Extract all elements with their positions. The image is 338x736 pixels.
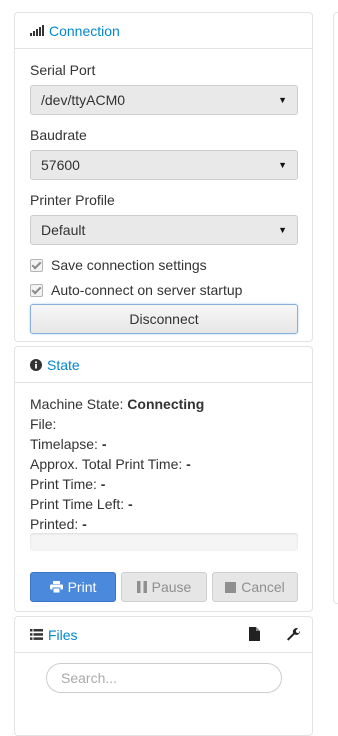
machine-state-label: Machine State: xyxy=(30,396,124,412)
print-time-label: Print Time: xyxy=(30,476,97,492)
printed-line: Printed: - xyxy=(30,516,87,532)
serial-port-value: /dev/ttyACM0 xyxy=(41,92,126,108)
machine-state-line: Machine State: Connecting xyxy=(30,396,204,412)
autoconnect-checkbox-row[interactable]: Auto-connect on server startup xyxy=(30,282,242,298)
signal-icon xyxy=(30,25,44,36)
files-toolbar xyxy=(249,627,301,644)
printer-profile-select[interactable]: Default ▼ xyxy=(30,215,298,245)
baudrate-select[interactable]: 57600 ▼ xyxy=(30,150,298,180)
timelapse-line: Timelapse: - xyxy=(30,436,107,452)
print-button[interactable]: Print xyxy=(30,572,116,602)
print-progress-bar xyxy=(30,533,298,551)
approx-total-line: Approx. Total Print Time: - xyxy=(30,456,191,472)
approx-total-label: Approx. Total Print Time: xyxy=(30,456,183,472)
print-label: Print xyxy=(67,579,97,595)
print-time-value: - xyxy=(100,476,106,492)
files-search-input[interactable] xyxy=(46,663,282,693)
wrench-icon[interactable] xyxy=(286,627,301,644)
save-settings-checkbox-row[interactable]: Save connection settings xyxy=(30,257,207,273)
file-icon[interactable] xyxy=(249,627,260,644)
connection-panel-header[interactable]: Connection xyxy=(15,13,312,49)
list-icon xyxy=(30,629,43,640)
print-time-line: Print Time: - xyxy=(30,476,105,492)
file-line: File: xyxy=(30,416,56,432)
info-circle-icon xyxy=(30,358,42,371)
cancel-button[interactable]: Cancel xyxy=(212,572,298,602)
right-panel-edge xyxy=(333,12,338,604)
printed-label: Printed: xyxy=(30,516,79,532)
file-label: File: xyxy=(30,416,57,432)
baudrate-value: 57600 xyxy=(41,157,80,173)
state-title[interactable]: State xyxy=(47,357,80,373)
stop-icon xyxy=(225,581,237,593)
chevron-down-icon: ▼ xyxy=(278,95,287,105)
state-panel-header[interactable]: State xyxy=(15,347,312,383)
pause-icon xyxy=(136,581,147,593)
state-panel: State Machine State: Connecting File: Ti… xyxy=(14,346,313,612)
print-time-left-line: Print Time Left: - xyxy=(30,496,133,512)
chevron-down-icon: ▼ xyxy=(278,225,287,235)
serial-port-select[interactable]: /dev/ttyACM0 ▼ xyxy=(30,85,298,115)
files-panel: Files xyxy=(14,616,313,736)
disconnect-button[interactable]: Disconnect xyxy=(30,304,298,334)
save-settings-label: Save connection settings xyxy=(51,257,207,273)
pause-label: Pause xyxy=(151,579,192,595)
machine-state-value: Connecting xyxy=(127,396,205,412)
printer-icon xyxy=(49,581,63,593)
save-settings-checkbox[interactable] xyxy=(30,258,43,272)
baudrate-label: Baudrate xyxy=(30,127,87,143)
autoconnect-label: Auto-connect on server startup xyxy=(51,282,243,298)
printed-value: - xyxy=(82,516,87,532)
serial-port-label: Serial Port xyxy=(30,62,96,78)
printer-profile-value: Default xyxy=(41,222,86,238)
print-time-left-value: - xyxy=(128,496,133,512)
timelapse-value: - xyxy=(101,436,107,452)
approx-total-value: - xyxy=(186,456,191,472)
autoconnect-checkbox[interactable] xyxy=(30,283,43,297)
timelapse-label: Timelapse: xyxy=(30,436,98,452)
chevron-down-icon: ▼ xyxy=(278,160,287,170)
cancel-label: Cancel xyxy=(241,579,285,595)
printer-profile-label: Printer Profile xyxy=(30,192,115,208)
print-time-left-label: Print Time Left: xyxy=(30,496,125,512)
connection-panel: Connection Serial Port /dev/ttyACM0 ▼ Ba… xyxy=(14,12,313,342)
connection-title[interactable]: Connection xyxy=(49,23,120,39)
pause-button[interactable]: Pause xyxy=(121,572,207,602)
files-title[interactable]: Files xyxy=(48,627,78,643)
